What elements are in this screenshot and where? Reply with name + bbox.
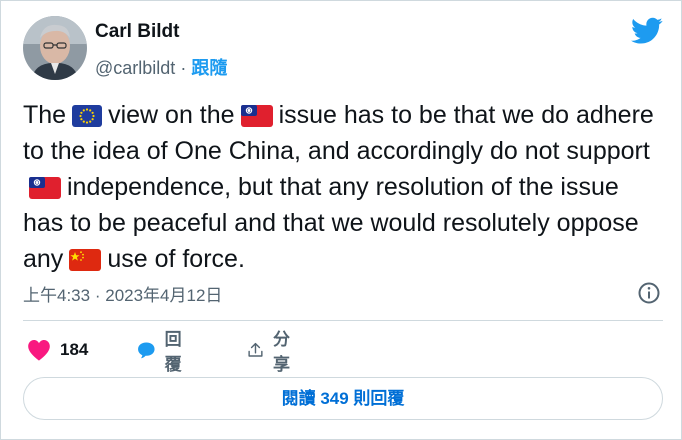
- follow-button[interactable]: 跟隨: [191, 58, 227, 78]
- reply-button[interactable]: 回覆: [137, 330, 189, 374]
- tweet-text-part: use of force.: [107, 245, 245, 273]
- taiwan-flag-icon: [240, 105, 273, 127]
- like-button[interactable]: 184: [27, 335, 88, 365]
- taiwan-flag-icon: [29, 177, 61, 199]
- info-icon[interactable]: [637, 281, 661, 305]
- handle-row: @carlbildt · 跟隨: [95, 54, 227, 80]
- separator: ·: [180, 58, 187, 78]
- tweet-card: Carl Bildt @carlbildt · 跟隨 The view on t…: [0, 0, 682, 440]
- tweet-text-part: The: [23, 101, 67, 129]
- tweet-timestamp[interactable]: 上午4:33 · 2023年4月12日: [23, 281, 222, 306]
- tweet-text-part: view on the: [108, 101, 235, 129]
- twitter-bird-icon[interactable]: [631, 17, 663, 45]
- divider: [23, 320, 663, 321]
- reply-label: 回覆: [164, 330, 182, 374]
- author-handle[interactable]: @carlbildt: [95, 58, 175, 78]
- author-name[interactable]: Carl Bildt: [95, 21, 179, 43]
- tweet-date: 2023年4月12日: [105, 286, 223, 305]
- avatar[interactable]: [23, 16, 87, 80]
- share-label: 分享: [272, 330, 290, 374]
- reply-bubble-icon: [138, 342, 155, 359]
- china-flag-icon: [69, 249, 102, 271]
- separator: ·: [94, 286, 101, 305]
- eu-flag-icon: [72, 105, 103, 127]
- like-count: 184: [60, 340, 89, 359]
- tweet-text: The view on the issue has to be that we …: [23, 97, 663, 277]
- heart-icon: [28, 340, 50, 361]
- tweet-time: 上午4:33: [23, 286, 91, 305]
- share-button[interactable]: 分享: [247, 330, 297, 374]
- share-icon: [248, 342, 263, 357]
- read-replies-button[interactable]: 閱讀 349 則回覆: [23, 377, 663, 420]
